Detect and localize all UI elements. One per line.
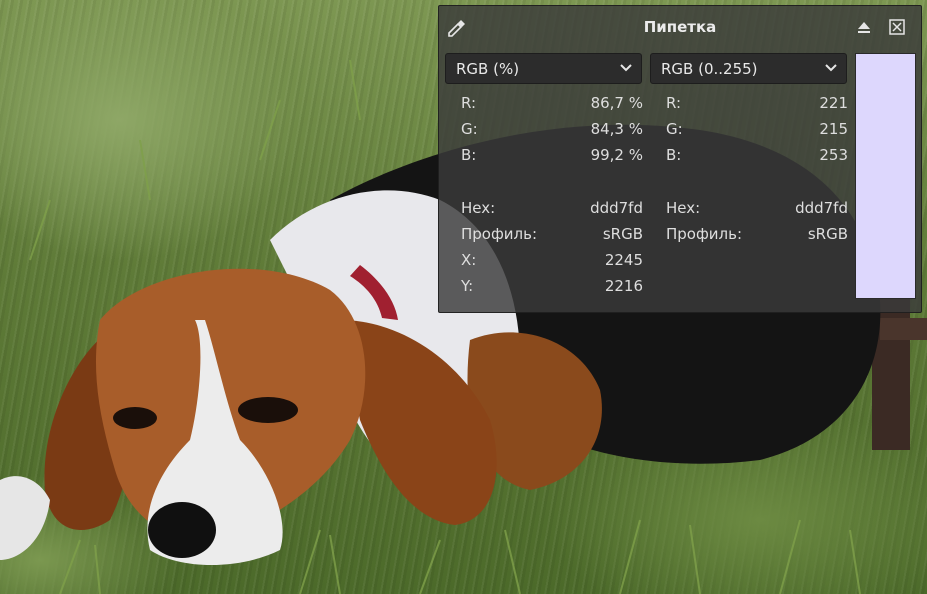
right-b-row: B: 253 xyxy=(666,146,848,168)
docker-title: Пипетка xyxy=(643,18,717,36)
left-color-model-select[interactable]: RGB (%) xyxy=(445,53,642,84)
y-label: Y: xyxy=(461,277,474,295)
right-profile-row: Профиль: sRGB xyxy=(666,225,848,247)
right-color-model-value: RGB (0..255) xyxy=(661,60,758,78)
hex-label: Hex: xyxy=(461,199,496,217)
close-box-icon[interactable] xyxy=(888,18,906,36)
y-value: 2216 xyxy=(604,277,643,295)
left-g-row: G: 84,3 % xyxy=(461,120,643,142)
g-byte-value: 215 xyxy=(819,120,848,138)
left-profile-row: Профиль: sRGB xyxy=(461,225,643,247)
right-color-model-select[interactable]: RGB (0..255) xyxy=(650,53,847,84)
dog-right-eye xyxy=(238,397,298,423)
left-color-model-value: RGB (%) xyxy=(456,60,520,78)
right-g-row: G: 215 xyxy=(666,120,848,142)
float-eject-icon[interactable] xyxy=(855,18,873,36)
profile-label: Профиль: xyxy=(666,225,743,243)
x-label: X: xyxy=(461,251,477,269)
left-y-row: Y: 2216 xyxy=(461,277,643,299)
chevron-down-icon xyxy=(620,64,632,72)
picked-color-swatch xyxy=(855,53,916,299)
profile-label: Профиль: xyxy=(461,225,538,243)
x-value: 2245 xyxy=(604,251,643,269)
right-r-row: R: 221 xyxy=(666,94,848,116)
dog-paw xyxy=(0,476,50,560)
hex-value: ddd7fd xyxy=(795,199,848,217)
b-label: B: xyxy=(461,146,477,164)
g-percent-value: 84,3 % xyxy=(590,120,643,138)
profile-value: sRGB xyxy=(602,225,643,243)
profile-value: sRGB xyxy=(807,225,848,243)
wooden-rail xyxy=(880,318,927,340)
r-label: R: xyxy=(461,94,477,112)
left-r-row: R: 86,7 % xyxy=(461,94,643,116)
dog-nose xyxy=(148,502,216,558)
right-hex-row: Hex: ddd7fd xyxy=(666,199,848,221)
hex-value: ddd7fd xyxy=(590,199,643,217)
left-b-row: B: 99,2 % xyxy=(461,146,643,168)
r-label: R: xyxy=(666,94,682,112)
b-byte-value: 253 xyxy=(819,146,848,164)
docker-titlebar[interactable]: Пипетка xyxy=(439,6,921,50)
chevron-down-icon xyxy=(825,64,837,72)
b-label: B: xyxy=(666,146,682,164)
g-label: G: xyxy=(666,120,683,138)
b-percent-value: 99,2 % xyxy=(590,146,643,164)
r-percent-value: 86,7 % xyxy=(590,94,643,112)
left-hex-row: Hex: ddd7fd xyxy=(461,199,643,221)
r-byte-value: 221 xyxy=(819,94,848,112)
g-label: G: xyxy=(461,120,478,138)
hex-label: Hex: xyxy=(666,199,701,217)
left-x-row: X: 2245 xyxy=(461,251,643,273)
color-picker-docker: Пипетка RGB (%) RGB (0..255) R: 86,7 % G… xyxy=(438,5,922,313)
dog-left-eye xyxy=(113,407,157,429)
